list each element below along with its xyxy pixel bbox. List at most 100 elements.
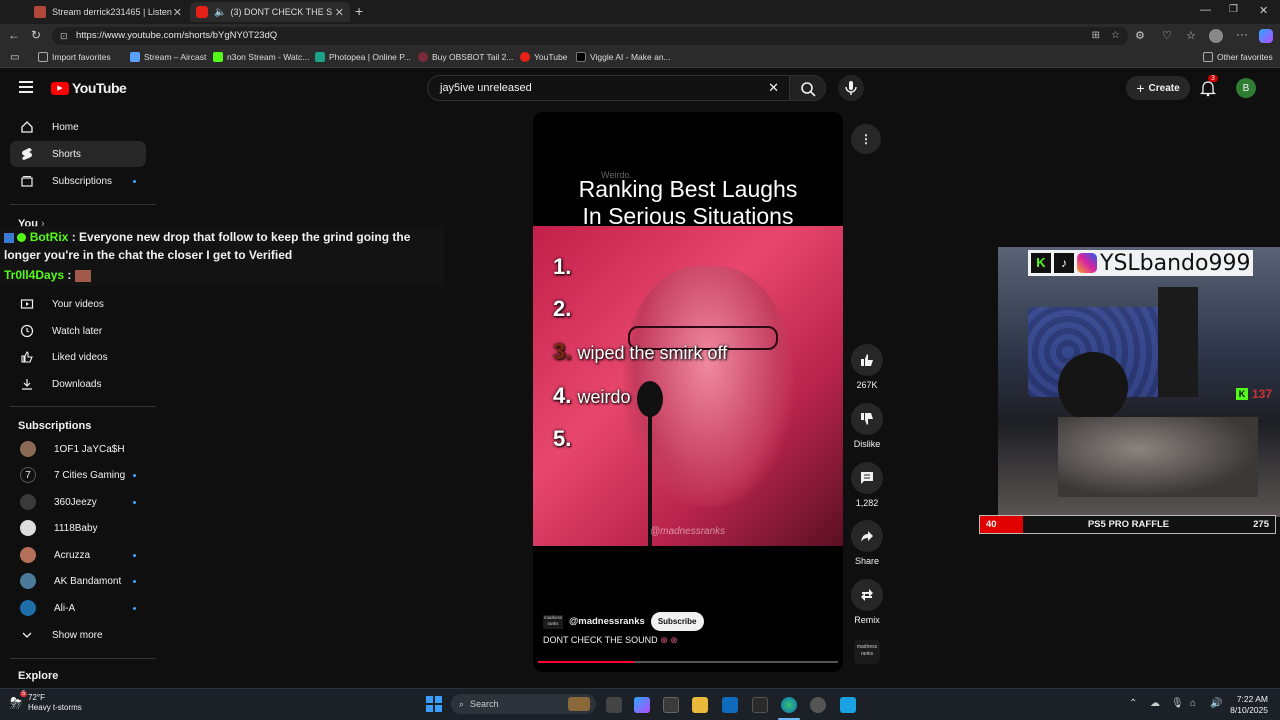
bookmark-youtube[interactable]: YouTube: [520, 52, 567, 62]
avatar-letter: B: [1242, 82, 1250, 94]
bookmark-viggle[interactable]: Viggle AI - Make an...: [576, 52, 671, 62]
obs-icon[interactable]: [810, 697, 826, 713]
app-available-icon[interactable]: ⊞: [1092, 27, 1100, 45]
folder-icon: [1203, 52, 1213, 62]
like-button[interactable]: 267K: [850, 344, 884, 390]
search-button[interactable]: [790, 75, 826, 101]
progress-track[interactable]: [538, 661, 838, 663]
app-f-icon[interactable]: [840, 697, 856, 713]
rank-3-text: wiped the smirk off: [577, 343, 728, 363]
site-info-icon[interactable]: ⊡: [60, 27, 68, 45]
sidebar-item-subscriptions[interactable]: Subscriptions: [10, 168, 146, 194]
clock[interactable]: 7:22 AM 8/10/2025: [1226, 694, 1268, 716]
profile-icon[interactable]: [1209, 29, 1223, 43]
more-options-button[interactable]: ⋮: [851, 124, 881, 154]
channel-avatar[interactable]: madness ranks: [543, 614, 563, 629]
rank-5: 5.: [553, 426, 572, 451]
share-button[interactable]: Share: [850, 520, 884, 566]
favorite-star-icon[interactable]: ☆: [1111, 27, 1120, 45]
sidebar-sub-ali-a[interactable]: Ali-A: [10, 595, 146, 621]
other-favorites[interactable]: Other favorites: [1203, 52, 1273, 62]
comments-button[interactable]: 1,282: [850, 462, 884, 508]
sidebar-sub-1118baby[interactable]: 1118Baby: [10, 515, 146, 541]
stream-favicon-icon: [34, 6, 46, 18]
channel-name: Ali-A: [54, 602, 76, 614]
clear-search-icon[interactable]: ✕: [768, 76, 779, 100]
browser-essentials-icon[interactable]: ♡: [1162, 29, 1172, 42]
sidebar-sub-360jeezy[interactable]: 360Jeezy: [10, 489, 146, 515]
volume-icon[interactable]: 🔊: [1210, 698, 1222, 709]
url-field[interactable]: ⊡ https://www.youtube.com/shorts/bYgNY0T…: [52, 27, 1128, 45]
bookmark-aircast[interactable]: Stream – Aircast: [130, 52, 206, 62]
social-handle: YSLbando999: [1100, 250, 1251, 276]
bookmark-photopea[interactable]: Photopea | Online P...: [315, 52, 411, 62]
sidebar-sub-ak-bandamont[interactable]: AK Bandamont: [10, 568, 146, 594]
account-avatar[interactable]: B: [1236, 78, 1256, 98]
shorts-player[interactable]: Weirdo. Ranking Best Laughs In Serious S…: [533, 112, 843, 672]
extensions-icon[interactable]: ⚙: [1135, 29, 1145, 42]
sidebar-item-liked-videos[interactable]: Liked videos: [10, 344, 146, 370]
onedrive-icon[interactable]: ☁: [1150, 698, 1160, 709]
close-tab-icon[interactable]: ✕: [173, 6, 182, 19]
verified-badge-icon: [17, 233, 27, 243]
network-icon[interactable]: ⌂: [1190, 698, 1196, 709]
copilot-icon[interactable]: [634, 697, 650, 713]
file-explorer-icon[interactable]: [692, 697, 708, 713]
subscribe-button[interactable]: Subscribe: [650, 612, 704, 631]
create-button[interactable]: + Create: [1126, 76, 1190, 100]
sidebar-sub-acruzza[interactable]: Acruzza: [10, 542, 146, 568]
youtube-logo[interactable]: ▶ YouTube: [51, 80, 127, 96]
start-button[interactable]: [426, 696, 442, 712]
restore-button[interactable]: ❐: [1229, 4, 1238, 15]
sidebar-show-more[interactable]: Show more: [10, 622, 146, 648]
sidebar-item-label: Your videos: [52, 298, 104, 310]
sidebar-item-home[interactable]: Home: [10, 114, 146, 140]
outlook-icon[interactable]: [722, 697, 738, 713]
more-menu-icon[interactable]: ···: [1236, 27, 1248, 41]
tab-youtube-short[interactable]: 🔈 (3) DONT CHECK THE SOUN... ✕: [190, 2, 350, 22]
bookmark-import[interactable]: Import favorites: [38, 52, 111, 62]
thumbs-up-icon: [20, 350, 34, 364]
sidebar-item-your-videos[interactable]: Your videos: [10, 291, 146, 317]
taskbar-search[interactable]: ⌕ Search: [451, 694, 596, 714]
close-window-button[interactable]: ✕: [1259, 4, 1268, 17]
speaker-icon[interactable]: 🔈: [214, 7, 226, 18]
app-icon[interactable]: [752, 697, 768, 713]
search-input[interactable]: jay5ive unreleased ✕: [427, 75, 790, 101]
voice-search-button[interactable]: [838, 75, 864, 101]
task-view-icon[interactable]: [606, 697, 622, 713]
bookmark-obsbot[interactable]: Buy OBSBOT Tail 2...: [418, 52, 513, 62]
weather-widget[interactable]: ⛈ 72°F Heavy t-storms 5: [10, 691, 82, 713]
new-tab-button[interactable]: +: [355, 3, 363, 19]
sidebar-sub-7-cities-gaming[interactable]: 7 7 Cities Gaming: [10, 462, 146, 488]
sound-thumbnail[interactable]: madness ranks: [854, 640, 880, 664]
reading-view-icon[interactable]: ▭: [10, 52, 19, 63]
show-hidden-icons[interactable]: ⌃: [1129, 698, 1137, 709]
bookmark-n3on[interactable]: n3on Stream - Watc...: [213, 52, 309, 62]
rank-3-number: 3.: [553, 339, 572, 364]
tab-stream[interactable]: Stream derrick231465 | Listen to ... ✕: [28, 2, 188, 22]
store-icon[interactable]: [663, 697, 679, 713]
favorites-icon[interactable]: ☆: [1186, 29, 1196, 42]
thumbs-down-icon: [851, 403, 883, 435]
sidebar-sub-1of1-jaycash[interactable]: 1OF1 JaYCa$H: [10, 436, 146, 462]
sidebar-item-watch-later[interactable]: Watch later: [10, 318, 146, 344]
remix-button[interactable]: Remix: [850, 579, 884, 625]
refresh-icon[interactable]: ↻: [31, 28, 41, 42]
sidebar-item-downloads[interactable]: Downloads: [10, 371, 146, 397]
new-content-dot: [133, 553, 136, 557]
edge-icon[interactable]: [781, 697, 797, 713]
minimize-button[interactable]: —: [1200, 4, 1211, 16]
youtube-wordmark: YouTube: [72, 80, 127, 96]
share-icon: [851, 520, 883, 552]
dislike-button[interactable]: Dislike: [850, 403, 884, 449]
sidebar-item-label: Subscriptions: [52, 175, 113, 187]
close-tab-icon[interactable]: ✕: [335, 6, 344, 19]
microphone-icon[interactable]: 🎙: [1171, 698, 1184, 709]
notifications-button[interactable]: 3: [1199, 75, 1218, 97]
channel-handle[interactable]: @madnessranks: [569, 616, 645, 627]
sidebar-item-shorts[interactable]: Shorts: [10, 141, 146, 167]
back-icon[interactable]: ←: [8, 28, 20, 42]
copilot-icon[interactable]: [1259, 29, 1273, 43]
hamburger-menu-icon[interactable]: [19, 81, 33, 93]
